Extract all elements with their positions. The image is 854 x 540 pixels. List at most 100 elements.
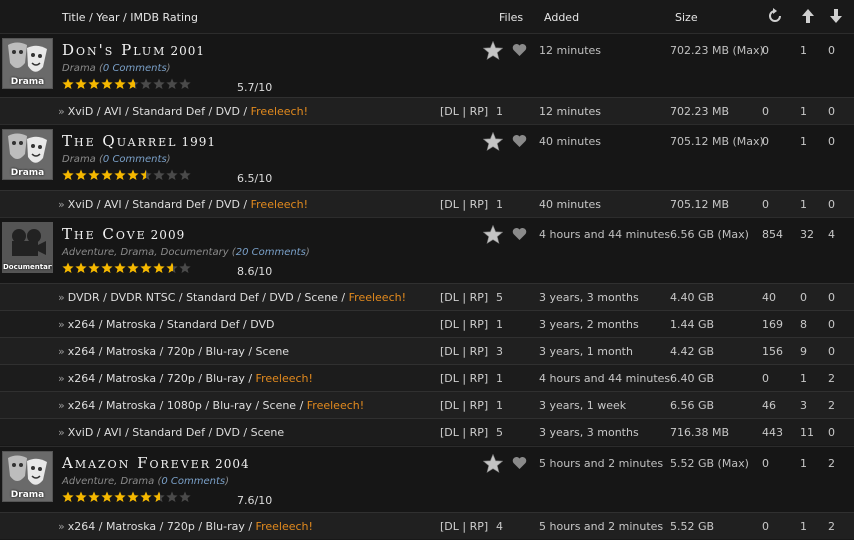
heart-icon[interactable] — [512, 43, 527, 57]
bullet: » — [58, 520, 65, 533]
torrent-row: » x264 / Matroska / 1080p / Blu-ray / Sce… — [0, 391, 854, 418]
freeleech-badge: Freeleech! — [255, 520, 313, 533]
heart-icon[interactable] — [512, 456, 527, 470]
movie-title-link[interactable]: Don's Plum 2001 — [62, 41, 205, 59]
torrent-format-link[interactable]: » x264 / Matroska / 720p / Blu-ray / Free… — [58, 372, 313, 385]
torrent-leechers: 0 — [828, 105, 835, 118]
download-report-links[interactable]: [DL | RP] — [440, 198, 488, 211]
group-seeders: 1 — [800, 44, 807, 57]
torrent-snatches: 46 — [762, 399, 776, 412]
star-icon[interactable] — [483, 41, 503, 60]
movie-cover[interactable]: Drama — [2, 38, 53, 89]
torrent-size: 4.42 GB — [670, 345, 715, 358]
download-report-links[interactable]: [DL | RP] — [440, 399, 488, 412]
rating-star-icon — [140, 169, 152, 180]
group-snatches: 0 — [762, 135, 769, 148]
rating-star-icon — [75, 262, 87, 273]
imdb-rating-value: 5.7/10 — [237, 81, 273, 94]
star-icon[interactable] — [483, 454, 503, 473]
imdb-rating-value: 8.6/10 — [237, 265, 273, 278]
download-report-links[interactable]: [DL | RP] — [440, 520, 488, 533]
bullet: » — [58, 291, 65, 304]
torrent-size: 6.56 GB — [670, 399, 715, 412]
torrent-row: » x264 / Matroska / 720p / Blu-ray / Free… — [0, 512, 854, 539]
torrent-format: x264 / Matroska / 720p / Blu-ray / — [67, 372, 256, 385]
header-size[interactable]: Size — [675, 11, 698, 24]
torrent-leechers: 0 — [828, 318, 835, 331]
torrent-added: 3 years, 1 week — [539, 399, 627, 412]
movie-cover[interactable]: Drama — [2, 129, 53, 180]
movie-title-link[interactable]: The Quarrel 1991 — [62, 132, 216, 150]
torrent-format: XviD / AVI / Standard Def / DVD / Scene — [67, 426, 285, 439]
download-report-links[interactable]: [DL | RP] — [440, 345, 488, 358]
download-report-links[interactable]: [DL | RP] — [440, 291, 488, 304]
imdb-rating-stars — [62, 491, 192, 507]
torrent-row: » x264 / Matroska / 720p / Blu-ray / Scen… — [0, 337, 854, 364]
comments-link[interactable]: 20 Comments — [236, 247, 306, 258]
cover-genre-label: Drama — [10, 490, 45, 500]
group-leechers: 0 — [828, 135, 835, 148]
group-seeders: 1 — [800, 457, 807, 470]
torrent-added: 40 minutes — [539, 198, 602, 211]
movie-genres: Drama — [62, 154, 96, 165]
torrent-format-link[interactable]: » XviD / AVI / Standard Def / DVD / Freel… — [58, 198, 308, 211]
torrent-snatches: 0 — [762, 198, 769, 211]
heart-icon[interactable] — [512, 227, 527, 241]
header-added[interactable]: Added — [544, 11, 579, 24]
comments-link[interactable]: 0 Comments — [103, 63, 167, 74]
bullet: » — [58, 426, 65, 439]
header-title-year-rating[interactable]: Title / Year / IMDB Rating — [62, 11, 198, 24]
movie-cover[interactable]: Documentary — [2, 222, 53, 273]
rating-star-icon — [166, 169, 178, 180]
download-report-links[interactable]: [DL | RP] — [440, 426, 488, 439]
torrent-leechers: 2 — [828, 372, 835, 385]
torrent-format-link[interactable]: » XviD / AVI / Standard Def / DVD / Scene — [58, 426, 284, 439]
torrent-added: 5 hours and 2 minutes — [539, 520, 664, 533]
movie-genres: Adventure, Drama, Documentary — [62, 247, 229, 258]
arrow-up-icon[interactable] — [801, 8, 815, 24]
movie-title-link[interactable]: The Cove 2009 — [62, 225, 185, 243]
torrent-format-link[interactable]: » DVDR / DVDR NTSC / Standard Def / DVD /… — [58, 291, 406, 304]
torrent-files: 1 — [496, 372, 503, 385]
comments-link[interactable]: 0 Comments — [161, 476, 225, 487]
bullet: » — [58, 399, 65, 412]
movie-year: 2001 — [170, 44, 205, 58]
group-added: 40 minutes — [539, 135, 602, 148]
movie-meta: Drama (0 Comments) — [62, 63, 171, 74]
movie-title-link[interactable]: Amazon Forever 2004 — [62, 454, 250, 472]
header-files[interactable]: Files — [499, 11, 523, 24]
heart-icon[interactable] — [512, 134, 527, 148]
torrent-added: 3 years, 2 months — [539, 318, 639, 331]
cover-genre-label: Drama — [10, 77, 45, 87]
torrent-seeders: 1 — [800, 105, 807, 118]
download-report-links[interactable]: [DL | RP] — [440, 372, 488, 385]
torrent-row: » XviD / AVI / Standard Def / DVD / Scene… — [0, 418, 854, 445]
torrent-size: 6.40 GB — [670, 372, 715, 385]
torrent-row: » XviD / AVI / Standard Def / DVD / Freel… — [0, 190, 854, 217]
group-actions — [483, 41, 529, 60]
torrent-format: XviD / AVI / Standard Def / DVD / — [67, 198, 251, 211]
movie-cover[interactable]: Drama — [2, 451, 53, 502]
torrent-leechers: 0 — [828, 345, 835, 358]
movie-title: Amazon Forever — [62, 454, 212, 472]
group-actions — [483, 454, 529, 473]
arrow-down-icon[interactable] — [829, 8, 843, 24]
torrent-format-link[interactable]: » XviD / AVI / Standard Def / DVD / Freel… — [58, 105, 308, 118]
torrent-format-link[interactable]: » x264 / Matroska / 1080p / Blu-ray / Sce… — [58, 399, 364, 412]
download-report-links[interactable]: [DL | RP] — [440, 105, 488, 118]
refresh-icon[interactable] — [768, 8, 782, 24]
torrent-snatches: 0 — [762, 372, 769, 385]
download-report-links[interactable]: [DL | RP] — [440, 318, 488, 331]
torrent-format-link[interactable]: » x264 / Matroska / 720p / Blu-ray / Scen… — [58, 345, 289, 358]
rating-star-icon — [179, 491, 191, 502]
star-icon[interactable] — [483, 132, 503, 151]
torrent-format-link[interactable]: » x264 / Matroska / 720p / Blu-ray / Free… — [58, 520, 313, 533]
torrent-snatches: 0 — [762, 520, 769, 533]
torrent-files: 1 — [496, 105, 503, 118]
comments-link[interactable]: 0 Comments — [103, 154, 167, 165]
imdb-rating-stars — [62, 78, 192, 94]
torrent-format-link[interactable]: » x264 / Matroska / Standard Def / DVD — [58, 318, 274, 331]
group-seeders: 32 — [800, 228, 814, 241]
group-leechers: 0 — [828, 44, 835, 57]
star-icon[interactable] — [483, 225, 503, 244]
